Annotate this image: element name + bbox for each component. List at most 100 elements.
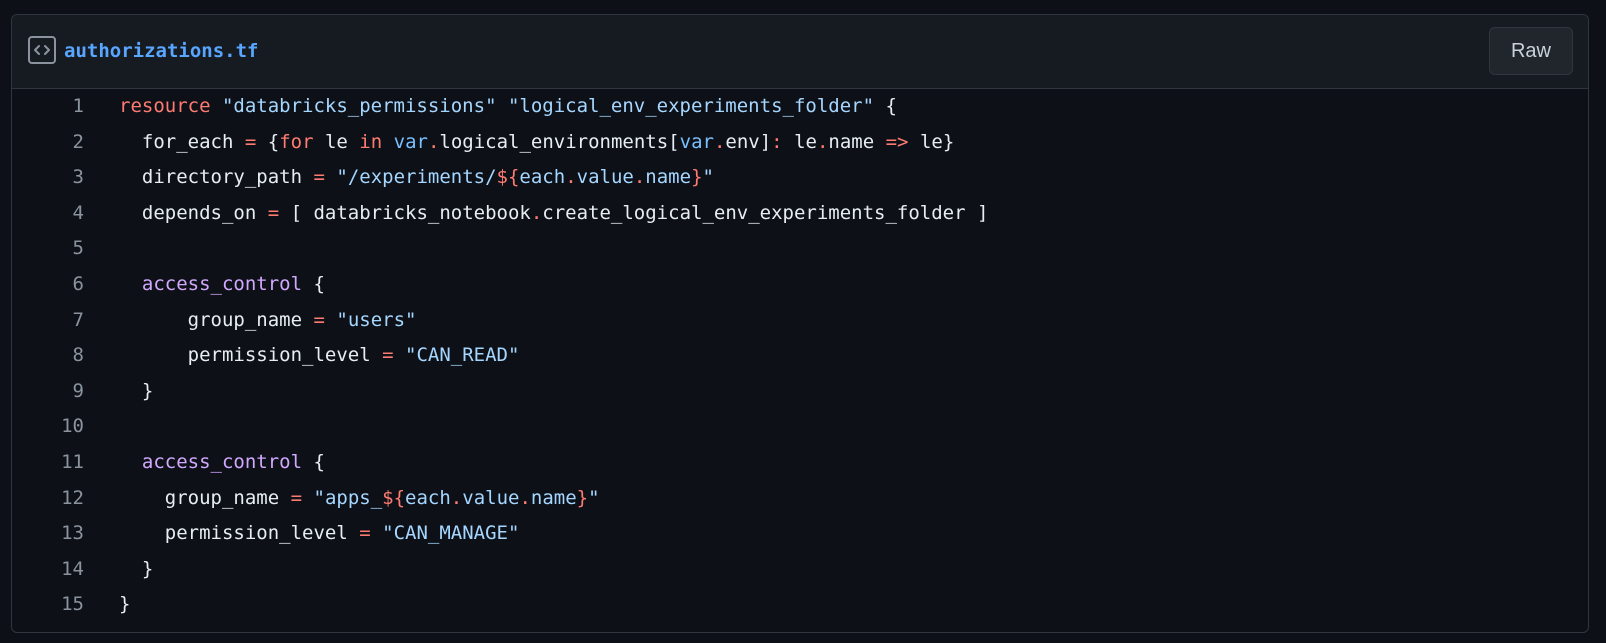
code-token: .: [427, 130, 440, 153]
code-token: {: [874, 95, 897, 117]
code-token: name: [645, 166, 692, 189]
line-code: group_name = "users": [119, 303, 417, 339]
line-code: access_control {: [119, 267, 325, 303]
code-line: 1 resource "databricks_permissions" "logi…: [12, 89, 1588, 125]
code-token: =: [290, 486, 303, 509]
code-token: .: [530, 201, 543, 224]
code-line: 15}: [12, 587, 1588, 623]
code-line: 8 permission_level = "CAN_READ": [12, 338, 1588, 374]
code-line: 9 }: [12, 374, 1588, 410]
line-number[interactable]: 15: [12, 587, 84, 623]
code-token: permission_level: [119, 344, 383, 367]
code-token: }: [119, 557, 154, 580]
code-token: .: [633, 166, 646, 189]
line-code: for_each = {for le in var.logical_enviro…: [119, 125, 954, 161]
code-line: 4 depends_on = [ databricks_notebook.cre…: [12, 196, 1588, 232]
code-body[interactable]: 1 resource "databricks_permissions" "logi…: [12, 89, 1588, 623]
code-token: }: [691, 166, 703, 189]
raw-button[interactable]: Raw: [1489, 27, 1573, 75]
code-token: name: [828, 130, 886, 153]
code-token: var: [679, 130, 714, 153]
code-token: ${: [382, 486, 406, 509]
code-line: 12 group_name = "apps_${each.value.name}…: [12, 481, 1588, 517]
code-line: 14 }: [12, 552, 1588, 588]
code-line: 10: [12, 409, 1588, 445]
code-token: in: [359, 130, 383, 153]
line-number[interactable]: 13: [12, 516, 84, 552]
code-line: 3 directory_path = "/experiments/${each.…: [12, 160, 1588, 196]
code-line: 2 for_each = {for le in var.logical_envi…: [12, 125, 1588, 161]
line-code: group_name = "apps_${each.value.name}": [119, 481, 600, 517]
code-token: "databricks_permissions": [221, 95, 497, 117]
code-token: ": [588, 486, 600, 509]
code-token: ": [702, 166, 714, 189]
code-token: =: [267, 201, 280, 224]
code-token: le: [782, 130, 817, 153]
line-code: access_control {: [119, 445, 325, 481]
code-token: "/experiments/: [336, 166, 497, 189]
code-token: access_control: [141, 450, 303, 473]
line-number[interactable]: 3: [12, 160, 84, 196]
code-token: directory_path: [119, 166, 314, 189]
code-token: .: [450, 486, 463, 509]
file-name-link[interactable]: authorizations.tf: [64, 37, 258, 65]
code-token: =>: [885, 130, 909, 153]
code-line: 13 permission_level = "CAN_MANAGE": [12, 516, 1588, 552]
line-number[interactable]: 6: [12, 267, 84, 303]
code-token: value: [576, 166, 634, 189]
code-token: each: [519, 166, 566, 189]
code-token: for: [279, 130, 314, 153]
line-number[interactable]: 1: [12, 89, 84, 125]
code-token: group_name: [119, 308, 314, 331]
line-code: }: [119, 552, 153, 588]
code-token: le: [313, 130, 360, 153]
code-token: access_control: [141, 272, 303, 295]
code-token: .: [816, 130, 829, 153]
code-token: [ databricks_notebook: [279, 201, 531, 224]
code-token: for_each: [119, 130, 245, 153]
code-token: ${: [496, 166, 520, 189]
line-number[interactable]: 8: [12, 338, 84, 374]
code-token: .: [565, 166, 577, 189]
line-number[interactable]: 11: [12, 445, 84, 481]
code-token: :: [771, 130, 783, 153]
code-token: {: [256, 130, 280, 153]
code-token: }: [119, 379, 154, 402]
code-token: "CAN_MANAGE": [382, 522, 520, 545]
line-number[interactable]: 10: [12, 409, 84, 445]
line-number[interactable]: 12: [12, 481, 84, 517]
code-token: =: [313, 166, 325, 189]
line-code: resource "databricks_permissions" "logic…: [119, 89, 897, 125]
line-number[interactable]: 14: [12, 552, 84, 588]
line-code: directory_path = "/experiments/${each.va…: [119, 160, 714, 196]
code-token: name: [530, 486, 577, 509]
code-token: .: [519, 486, 531, 509]
code-token: "apps_: [313, 486, 383, 509]
line-code: permission_level = "CAN_READ": [119, 338, 520, 374]
line-number[interactable]: 5: [12, 231, 84, 267]
line-number[interactable]: 7: [12, 303, 84, 339]
code-token: group_name: [119, 486, 291, 509]
line-code: }: [119, 587, 130, 623]
line-code: permission_level = "CAN_MANAGE": [119, 516, 520, 552]
code-token: "CAN_READ": [405, 344, 520, 367]
file-header: authorizations.tf Raw: [12, 15, 1588, 89]
line-number[interactable]: 9: [12, 374, 84, 410]
line-number[interactable]: 4: [12, 196, 84, 232]
file-viewer: authorizations.tf Raw 1 resource "databri…: [11, 14, 1589, 633]
line-number[interactable]: 2: [12, 125, 84, 161]
code-token: "users": [336, 308, 417, 331]
code-token: value: [462, 486, 520, 509]
code-line: 7 group_name = "users": [12, 303, 1588, 339]
code-token: }: [576, 486, 589, 509]
line-code: }: [119, 374, 153, 410]
